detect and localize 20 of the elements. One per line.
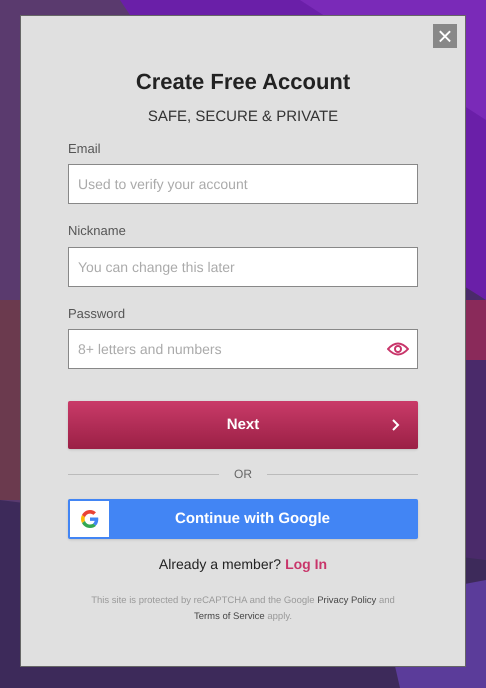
google-logo-icon (70, 501, 109, 537)
input-field[interactable]: You can change this later (68, 246, 418, 286)
member-text: Already a member? (158, 555, 282, 574)
terms-link[interactable]: Terms of Service (194, 611, 265, 622)
chevron-right-icon (392, 419, 400, 431)
close-button[interactable]: × (433, 24, 457, 48)
password-field[interactable]: 8+ letters and numbers (68, 329, 418, 369)
input-field[interactable]: Used to verify your account (68, 164, 418, 204)
google-button[interactable]: Continue with Google (68, 499, 418, 539)
eye-icon[interactable] (387, 341, 409, 357)
next-button[interactable]: Next (68, 401, 418, 449)
dialog-subtitle: SAFE, SECURE & PRIVATE (146, 107, 340, 127)
privacy-policy-link[interactable]: Privacy Policy (317, 595, 376, 606)
login-link[interactable]: Log In (285, 554, 328, 575)
field-label: Password (68, 304, 126, 322)
divider-text: OR (233, 466, 253, 483)
field-label: Nickname (68, 222, 127, 240)
field-label: Email (68, 140, 102, 158)
legal-text: This site is protected by reCAPTCHA and the Google Privacy Policy and Terms of Service apply. (90, 594, 396, 624)
dialog-title: Create Free Account (134, 68, 352, 96)
